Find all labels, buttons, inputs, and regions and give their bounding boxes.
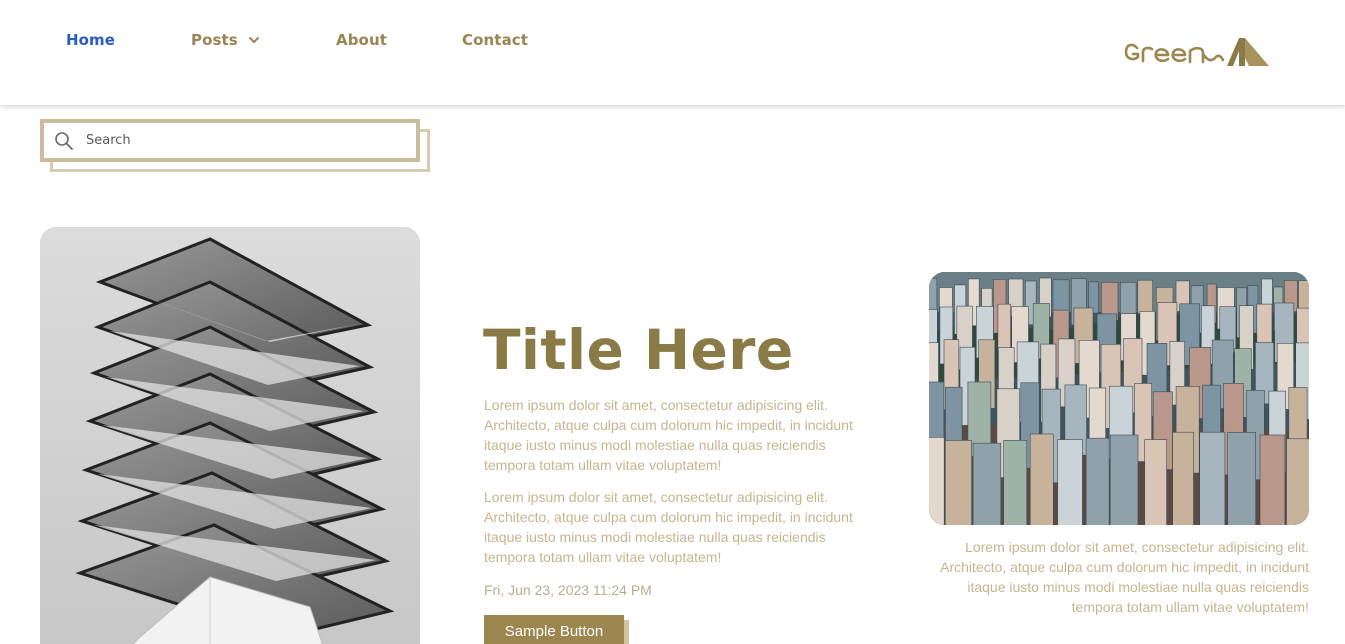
city-building bbox=[1057, 439, 1083, 525]
nav-posts-label: Posts bbox=[191, 31, 238, 49]
building-illustration bbox=[40, 227, 420, 644]
city-building bbox=[929, 437, 945, 525]
search-box[interactable] bbox=[40, 119, 420, 162]
building-photo bbox=[40, 227, 420, 644]
top-nav-bar: Home Posts About Contact bbox=[0, 0, 1345, 105]
city-building bbox=[1085, 437, 1110, 525]
city-building bbox=[1137, 279, 1154, 314]
city-building bbox=[1172, 431, 1194, 525]
nav-home-link[interactable]: Home bbox=[66, 31, 115, 49]
nav-contact-link[interactable]: Contact bbox=[462, 31, 528, 49]
nav-posts-dropdown[interactable]: Posts bbox=[191, 31, 261, 49]
city-building bbox=[1286, 438, 1309, 525]
city-photo bbox=[929, 272, 1309, 525]
search-icon bbox=[55, 131, 73, 150]
city-illustration bbox=[929, 272, 1309, 525]
search-input[interactable] bbox=[86, 133, 386, 148]
city-building bbox=[944, 440, 972, 525]
city-building bbox=[1259, 434, 1286, 525]
hero-title: Title Here bbox=[483, 318, 794, 382]
city-building bbox=[1227, 432, 1257, 525]
sample-button[interactable]: Sample Button bbox=[484, 615, 624, 644]
city-building bbox=[1199, 431, 1226, 525]
city-building bbox=[997, 303, 1011, 352]
city-building bbox=[1003, 440, 1028, 525]
city-building bbox=[1109, 434, 1139, 525]
city-building bbox=[972, 442, 1002, 525]
nav-about-link[interactable]: About bbox=[336, 31, 387, 49]
chevron-down-icon bbox=[248, 37, 259, 43]
city-caption: Lorem ipsum dolor sit amet, consectetur … bbox=[940, 539, 1309, 615]
hero-paragraph-1: Lorem ipsum dolor sit amet, consectetur … bbox=[484, 397, 853, 473]
hero-paragraph-2: Lorem ipsum dolor sit amet, consectetur … bbox=[484, 489, 853, 565]
brand-logo[interactable] bbox=[1123, 34, 1273, 70]
post-date: Fri, Jun 23, 2023 11:24 PM bbox=[484, 582, 652, 598]
city-building bbox=[1144, 439, 1167, 525]
city-building bbox=[1029, 433, 1054, 525]
page: Home Posts About Contact Search Title He… bbox=[0, 0, 1345, 644]
